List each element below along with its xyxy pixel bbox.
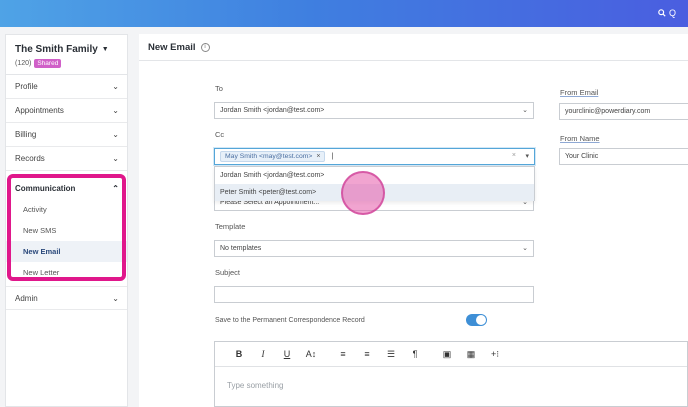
editor-placeholder: Type something — [227, 381, 284, 390]
dropdown-option[interactable]: Jordan Smith <jordan@test.com> — [215, 167, 534, 184]
sidebar-item-admin[interactable]: Admin ⌄ — [6, 286, 127, 310]
cc-dropdown: Jordan Smith <jordan@test.com> Peter Smi… — [214, 166, 535, 201]
shared-badge: Shared — [34, 59, 62, 68]
caret-down-icon: ▼ — [101, 46, 109, 53]
page-title: New Email — [148, 41, 196, 53]
ordered-list-icon[interactable]: ☰ — [379, 349, 403, 360]
editor-toolbar: B I U A↕ ≡ ≡ ☰ ¶ ▣ ▦ +⁝ — [215, 342, 687, 367]
chevron-down-icon: ⌄ — [112, 293, 119, 303]
cc-tag: May Smith <may@test.com> × — [220, 151, 326, 162]
dropdown-option[interactable]: Peter Smith <peter@test.com> — [215, 184, 534, 201]
caret-down-icon[interactable]: ▾ — [525, 152, 529, 160]
subject-input[interactable] — [214, 286, 534, 303]
main-header: New Email i — [139, 34, 688, 61]
table-icon[interactable]: ▦ — [459, 349, 483, 360]
font-size-icon[interactable]: A↕ — [299, 349, 323, 359]
chevron-down-icon: ⌄ — [522, 107, 528, 114]
from-email-label: From Email — [560, 88, 599, 97]
sidebar-subitem-new-sms[interactable]: New SMS — [6, 220, 127, 241]
from-name-input[interactable]: Your Clinic — [559, 148, 688, 165]
from-email-input[interactable]: yourclinic@powerdiary.com — [559, 103, 688, 120]
insert-more-icon[interactable]: +⁝ — [483, 349, 507, 360]
family-count: (120) — [15, 60, 32, 67]
email-editor: B I U A↕ ≡ ≡ ☰ ¶ ▣ ▦ +⁝ Type something — [214, 341, 688, 407]
family-name-selector[interactable]: The Smith Family ▼ — [15, 44, 127, 55]
cc-select[interactable]: May Smith <may@test.com> × | × ▾ — [214, 148, 535, 165]
template-label: Template — [215, 222, 246, 231]
to-label: To — [215, 84, 223, 93]
text-cursor: | — [331, 153, 334, 160]
chevron-down-icon: ⌄ — [112, 154, 119, 163]
italic-icon[interactable]: I — [251, 349, 275, 359]
to-select[interactable]: Jordan Smith <jordan@test.com> ⌄ — [214, 102, 534, 119]
save-record-label: Save to the Permanent Correspondence Rec… — [215, 317, 365, 324]
sidebar-item-billing[interactable]: Billing ⌄ — [6, 123, 127, 147]
from-name-label: From Name — [560, 134, 600, 143]
remove-tag-icon[interactable]: × — [316, 153, 320, 160]
align-center-icon[interactable]: ≡ — [355, 349, 379, 359]
info-icon[interactable]: i — [200, 42, 210, 52]
chevron-down-icon: ⌄ — [522, 245, 528, 252]
sidebar-item-appointments[interactable]: Appointments ⌄ — [6, 99, 127, 123]
sidebar-item-records[interactable]: Records ⌄ — [6, 147, 127, 171]
chevron-up-icon: ⌃ — [112, 183, 119, 193]
sidebar: The Smith Family ▼ (120) Shared Profile ⌄… — [5, 34, 128, 407]
image-icon[interactable]: ▣ — [435, 349, 459, 360]
subject-label: Subject — [215, 268, 241, 277]
global-search[interactable]: Q — [658, 6, 688, 20]
top-bar: Q — [0, 0, 688, 27]
cc-label: Cc — [215, 130, 225, 139]
sidebar-item-communication[interactable]: Communication ⌃ — [6, 177, 127, 199]
search-icon — [658, 9, 666, 17]
save-record-toggle[interactable] — [466, 314, 487, 326]
search-text: Q — [669, 8, 677, 18]
sidebar-item-profile[interactable]: Profile ⌄ — [6, 75, 127, 99]
editor-body[interactable]: Type something — [215, 367, 687, 390]
align-left-icon[interactable]: ≡ — [331, 349, 355, 359]
chevron-down-icon: ⌄ — [112, 82, 119, 91]
template-select[interactable]: No templates ⌄ — [214, 240, 534, 257]
chevron-down-icon: ⌄ — [112, 106, 119, 115]
sidebar-subitem-activity[interactable]: Activity — [6, 199, 127, 220]
chevron-down-icon: ⌄ — [112, 130, 119, 139]
sidebar-subitem-new-letter[interactable]: New Letter — [6, 262, 127, 283]
paragraph-icon[interactable]: ¶ — [403, 349, 427, 359]
clear-icon[interactable]: × — [512, 152, 516, 159]
sidebar-subitem-new-email[interactable]: New Email — [6, 241, 127, 262]
family-header: The Smith Family ▼ (120) Shared — [6, 35, 127, 75]
underline-icon[interactable]: U — [275, 349, 299, 359]
bold-icon[interactable]: B — [227, 349, 251, 359]
